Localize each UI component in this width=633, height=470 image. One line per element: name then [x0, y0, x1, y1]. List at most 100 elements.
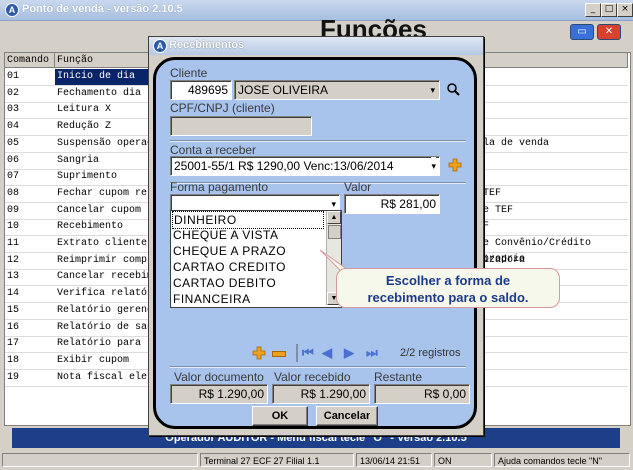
restore-mini-icon[interactable]: ▭: [570, 24, 594, 40]
main-title-bar: A Ponto de venda - versão 2.10.5 _ □ ×: [0, 0, 633, 21]
cell-comando: 14: [7, 288, 20, 300]
forma-pagamento-list[interactable]: DINHEIRO CHEQUE A VISTA CHEQUE A PRAZO C…: [170, 210, 342, 308]
list-item[interactable]: FINANCEIRA: [173, 291, 251, 307]
window-title: Ponto de venda - versão 2.10.5: [22, 3, 183, 15]
cell-comando: 11: [7, 238, 20, 249]
scroll-thumb[interactable]: [328, 225, 341, 239]
status-help: Ajuda comandos tecle "N": [494, 453, 630, 467]
dropdown-arrow-icon: ▾: [430, 85, 435, 95]
maximize-icon[interactable]: □: [601, 3, 617, 17]
separator: [170, 140, 466, 142]
recebimentos-dialog: A Recebimentos Cliente 489695 JOSE OLIVE…: [148, 36, 484, 436]
cell-comando: 08: [7, 187, 20, 199]
add-payment-icon[interactable]: [252, 346, 266, 360]
close-mini-icon[interactable]: ✕: [597, 24, 621, 40]
cell-comando: 16: [7, 321, 20, 333]
restante-label: Restante: [374, 370, 423, 384]
cell-funcao: Reimprimir compro: [57, 254, 160, 266]
cell-comando: 12: [7, 254, 20, 266]
cell-funcao: Cancelar cupom: [57, 204, 142, 216]
cliente-code-input[interactable]: 489695: [170, 80, 232, 100]
search-icon[interactable]: [446, 82, 460, 96]
cell-funcao: Relatório para tr: [57, 338, 160, 350]
valor-input[interactable]: R$ 281,00: [344, 194, 440, 214]
conta-label: Conta a receber: [170, 143, 257, 157]
cell-funcao: Extrato cliente: [57, 238, 148, 249]
cell-comando: 01: [7, 71, 20, 82]
close-icon[interactable]: ×: [617, 3, 633, 17]
scroll-up-icon[interactable]: ▲: [327, 211, 341, 224]
cell-comando: 06: [7, 154, 20, 166]
callout-line-2: recebimento para o saldo.: [367, 290, 529, 305]
status-bar: Terminal 27 ECF 27 Filial 1.1 13/06/14 2…: [0, 452, 633, 470]
status-datetime: 13/06/14 21:51: [356, 453, 432, 467]
cell-comando: 17: [7, 338, 20, 350]
cell-comando: 15: [7, 304, 20, 316]
record-count: 2/2 registros: [400, 347, 461, 359]
dialog-title: Recebimentos: [169, 39, 245, 51]
valor-documento-field: R$ 1.290,00: [170, 384, 268, 404]
cell-funcao: Inicio de dia: [57, 71, 136, 82]
cell-comando: 07: [7, 171, 20, 183]
cell-funcao: Fechar cupom resu: [57, 187, 160, 199]
cell-funcao: Cancelar recebime: [57, 271, 160, 283]
cell-comando: 13: [7, 271, 20, 283]
toolbar-divider: [296, 344, 298, 362]
cell-comando: 10: [7, 221, 20, 233]
cell-comando: 05: [7, 137, 20, 149]
cell-funcao: Suspensão operaçõ: [57, 137, 160, 149]
valor-recebido-label: Valor recebido: [274, 370, 351, 384]
list-item[interactable]: CARTAO CREDITO: [173, 259, 286, 275]
cliente-name-value: JOSE OLIVEIRA: [238, 83, 329, 97]
forma-pagamento-label: Forma pagamento: [170, 180, 269, 194]
column-header-comando[interactable]: Comando: [5, 53, 55, 68]
cell-funcao: Suprimento: [57, 171, 118, 183]
separator: [170, 366, 466, 368]
cell-funcao: Fechamento dia: [57, 87, 142, 99]
callout-line-1: Escolher a forma de: [385, 273, 511, 288]
cliente-name-select[interactable]: JOSE OLIVEIRA ▾: [234, 80, 440, 100]
cell-funcao: Sangria: [57, 154, 100, 166]
first-record-icon[interactable]: ⏮: [302, 346, 314, 360]
cell-comando: 19: [7, 371, 20, 383]
status-cell-empty: [2, 453, 198, 467]
cell-comando: 02: [7, 87, 20, 99]
cell-funcao-overflow: izadora: [483, 254, 526, 266]
valor-label: Valor: [344, 180, 372, 194]
conta-value: 25001-55/1 R$ 1290,00 Venc:13/06/2014: [174, 159, 394, 173]
last-record-icon[interactable]: ⏭: [366, 346, 378, 360]
list-item[interactable]: CHEQUE A VISTA: [173, 227, 278, 243]
conta-select[interactable]: 25001-55/1 R$ 1290,00 Venc:13/06/2014 ▾: [170, 156, 440, 176]
cell-funcao-overflow: la de venda: [483, 137, 550, 149]
valor-recebido-field: R$ 1.290,00: [272, 384, 370, 404]
app-icon: A: [5, 3, 19, 17]
cpf-field: [170, 116, 312, 136]
restante-field: R$ 0,00: [374, 384, 470, 404]
dropdown-arrow-icon: ▾: [431, 157, 436, 175]
cell-funcao: Redução Z: [57, 121, 112, 133]
cpf-label: CPF/CNPJ (cliente): [170, 101, 275, 115]
cell-comando: 04: [7, 121, 20, 133]
cell-funcao: Exibir cupom: [57, 354, 130, 366]
remove-payment-icon[interactable]: [272, 351, 286, 357]
cell-comando: 09: [7, 204, 20, 216]
cell-funcao: Recebimento: [57, 221, 124, 233]
next-record-icon[interactable]: ▶: [344, 346, 354, 360]
previous-record-icon[interactable]: ◀: [322, 346, 332, 360]
cell-funcao: Relatório gerenci: [57, 304, 160, 316]
minimize-icon[interactable]: _: [585, 3, 601, 17]
ok-button[interactable]: OK: [252, 406, 308, 426]
cell-funcao-overflow: TEF: [483, 187, 502, 199]
callout-tooltip: Escolher a forma de recebimento para o s…: [336, 268, 560, 308]
dialog-body: Cliente 489695 JOSE OLIVEIRA ▾ CPF/CNPJ …: [153, 57, 477, 429]
list-item[interactable]: CARTAO DEBITO: [173, 275, 276, 291]
cell-funcao: Relatório de sang: [57, 321, 160, 333]
cell-funcao: Leitura X: [57, 104, 112, 116]
status-online: ON: [434, 453, 492, 467]
cliente-label: Cliente: [170, 66, 208, 80]
add-conta-icon[interactable]: [448, 158, 462, 172]
valor-documento-label: Valor documento: [174, 370, 264, 384]
cell-funcao: Verifica relatóri: [57, 288, 160, 300]
list-item[interactable]: CHEQUE A PRAZO: [173, 243, 286, 259]
cancel-button[interactable]: Cancelar: [316, 406, 378, 426]
